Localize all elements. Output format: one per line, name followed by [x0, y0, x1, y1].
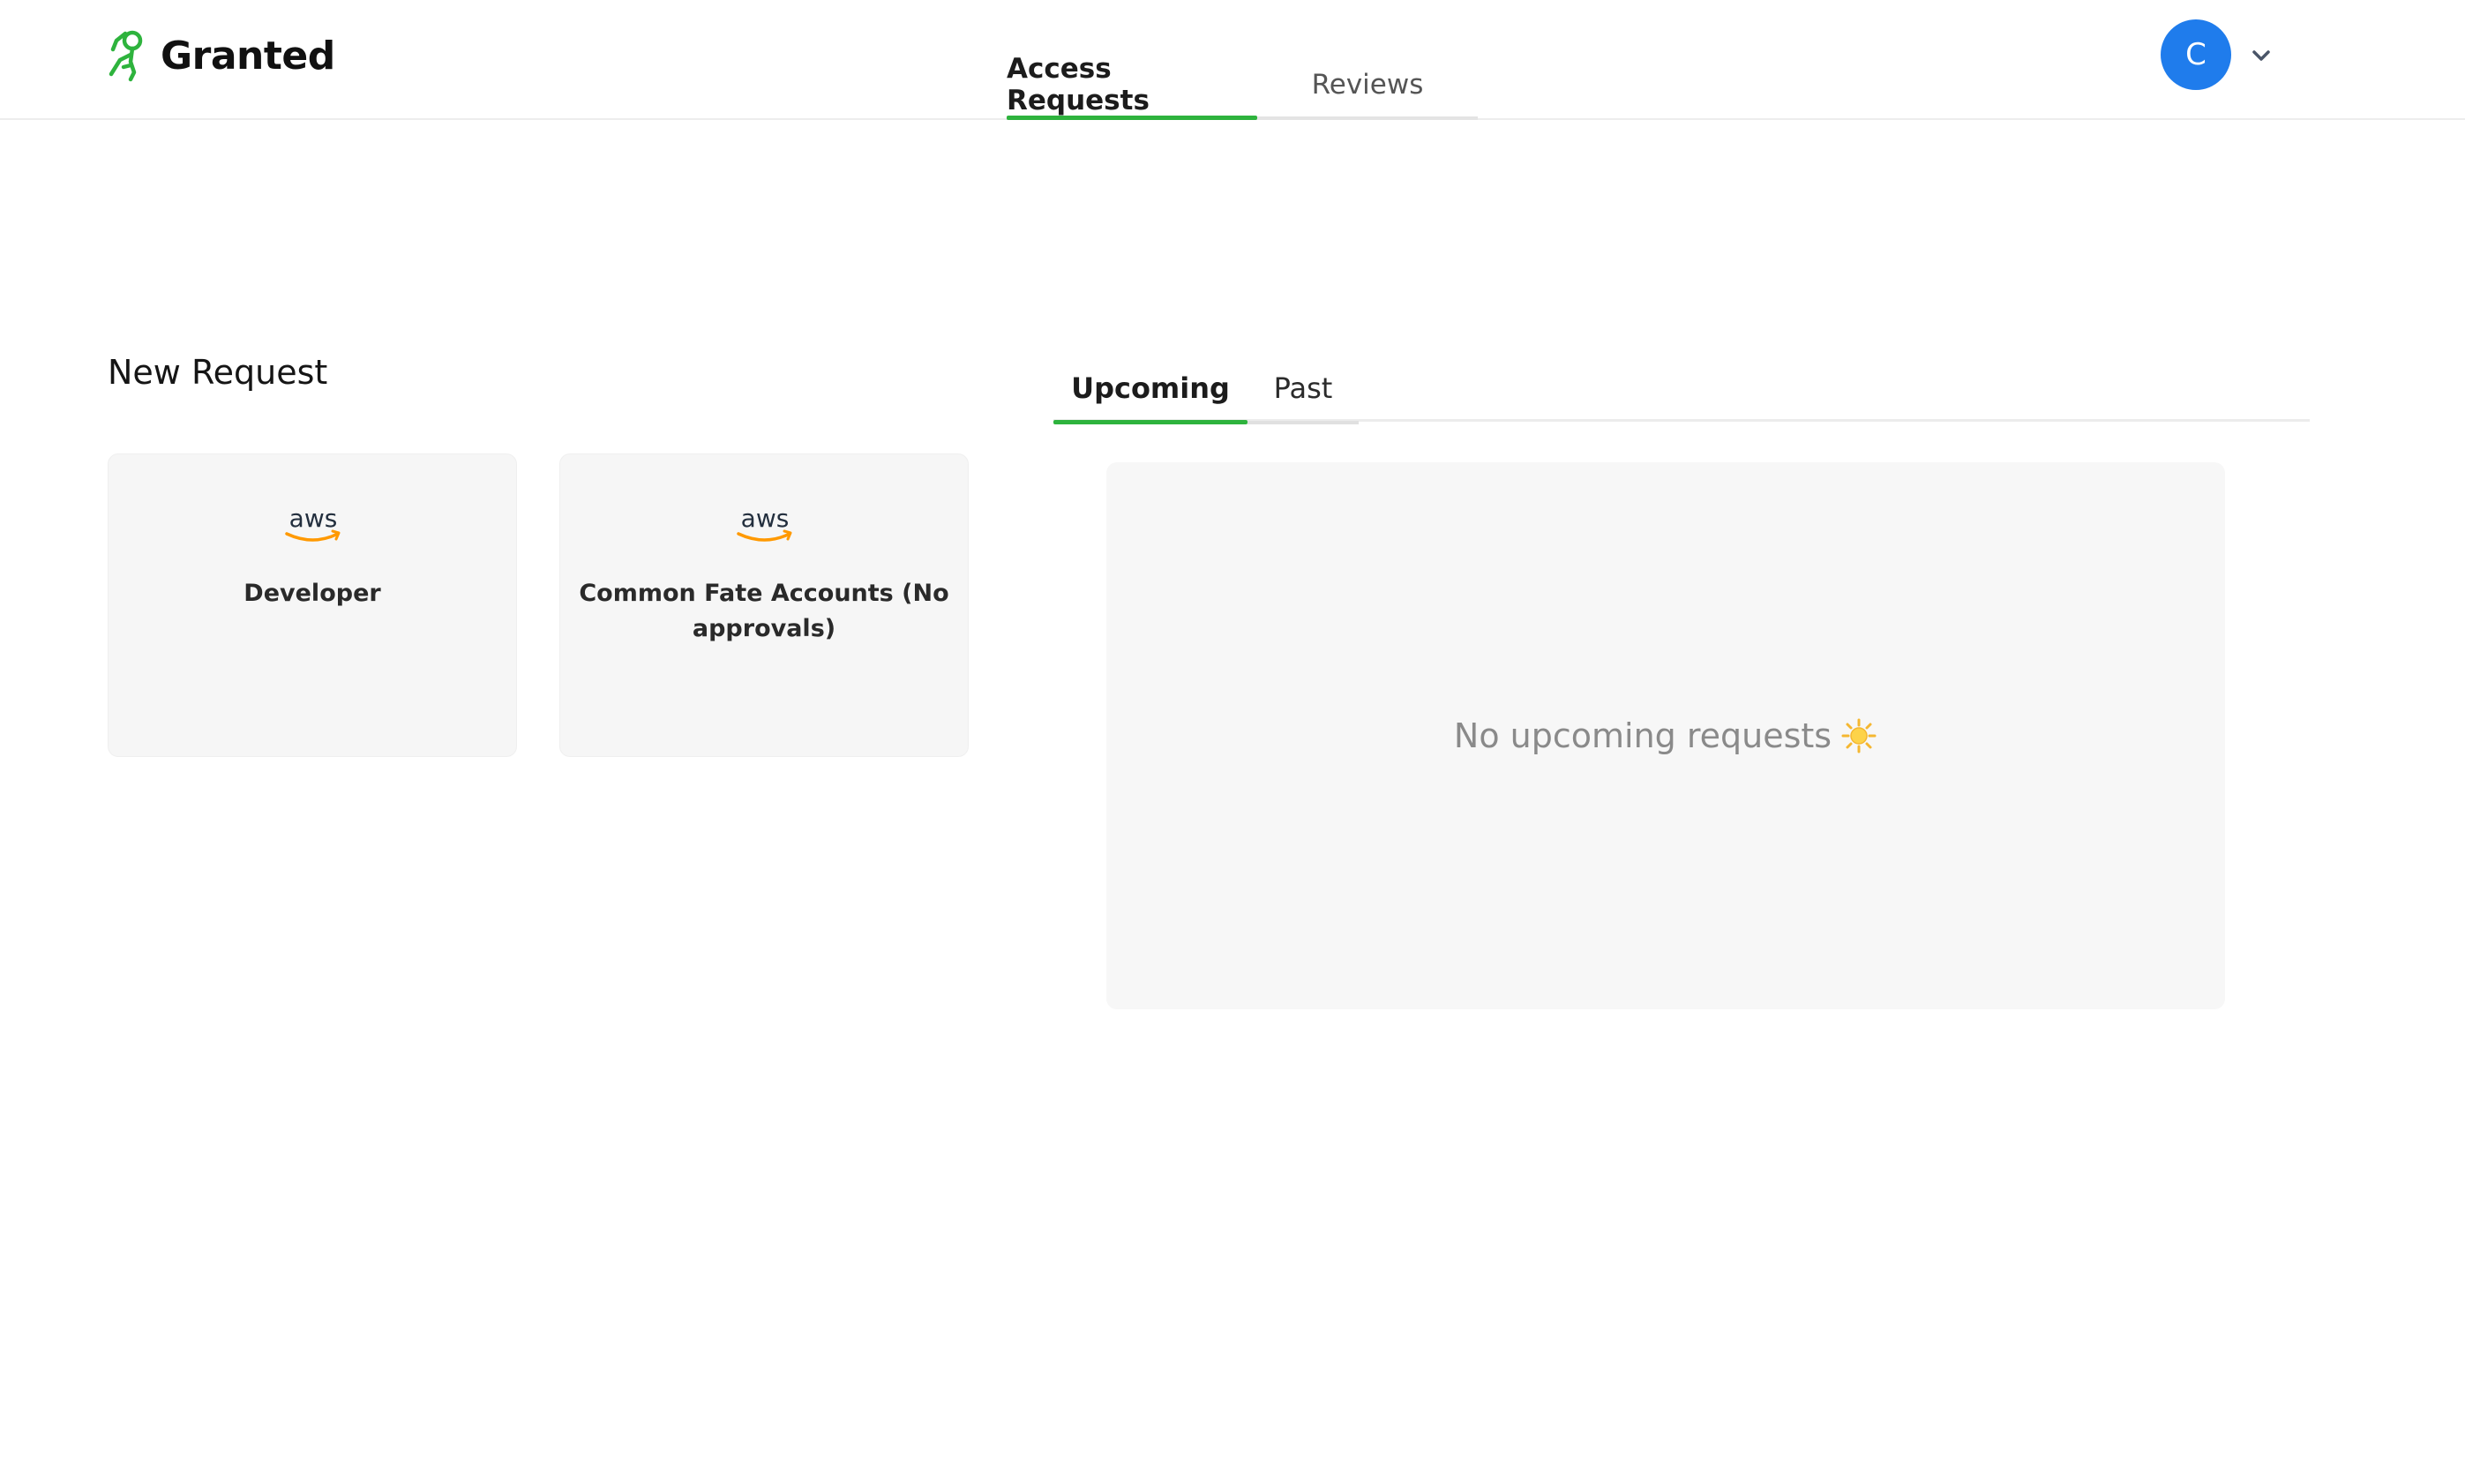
empty-message: No upcoming requests [1453, 716, 1832, 755]
new-request-title: New Request [108, 353, 328, 392]
sun-icon [1841, 718, 1877, 753]
aws-logo-icon: aws [737, 504, 792, 542]
empty-requests-panel: No upcoming requests [1106, 462, 2225, 1009]
top-header: Granted Access Requests Reviews C [0, 0, 2465, 120]
tab-upcoming[interactable]: Upcoming [1053, 355, 1247, 424]
svg-text:aws: aws [289, 504, 338, 533]
card-label: Common Fate Accounts (No approvals) [579, 580, 949, 642]
aws-logo-icon: aws [285, 504, 341, 542]
request-card-common-fate-accounts[interactable]: aws Common Fate Accounts (No approvals) [559, 453, 969, 757]
tab-past[interactable]: Past [1247, 355, 1359, 424]
avatar[interactable]: C [2161, 19, 2231, 90]
requests-tabs: Upcoming Past [1053, 355, 2310, 424]
chevron-down-icon[interactable] [2246, 41, 2276, 71]
svg-text:aws: aws [741, 504, 790, 533]
brand-logo[interactable]: Granted [104, 28, 335, 83]
key-person-icon [109, 30, 143, 82]
brand-name: Granted [161, 33, 335, 79]
empty-state: No upcoming requests [1454, 716, 1877, 755]
request-card-developer[interactable]: aws Developer [108, 453, 517, 757]
main-nav: Access Requests Reviews [1007, 53, 1478, 120]
card-label: Developer [244, 580, 381, 607]
tab-reviews[interactable]: Reviews [1257, 53, 1478, 116]
tab-access-requests[interactable]: Access Requests [1007, 53, 1257, 120]
